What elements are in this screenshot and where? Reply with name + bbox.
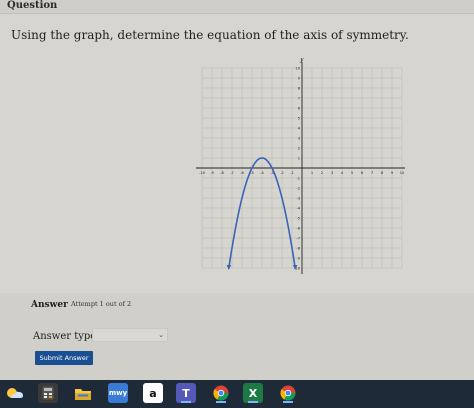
x-tick-label: -10 — [199, 171, 206, 175]
y-tick-label: -8 — [296, 246, 300, 250]
y-tick-label: 5 — [298, 116, 300, 120]
y-tick-label: 8 — [298, 86, 301, 90]
active-app-indicator — [248, 401, 258, 403]
answer-type-select[interactable]: ⌄ — [92, 328, 168, 342]
mathway-icon[interactable]: mwy — [108, 383, 128, 403]
answer-label: Answer — [31, 300, 68, 310]
y-tick-label: -5 — [296, 216, 300, 220]
chrome-icon[interactable] — [211, 383, 231, 403]
x-tick-label: -8 — [220, 171, 224, 175]
amazon-icon[interactable]: a — [143, 383, 163, 403]
calculator-icon[interactable] — [38, 383, 58, 403]
y-tick-label: -2 — [296, 186, 300, 190]
y-tick-label: 6 — [298, 106, 301, 110]
teams-icon-glyph: T — [182, 386, 190, 400]
active-app-indicator — [283, 401, 293, 403]
x-tick-label: 1 — [311, 171, 313, 175]
y-tick-label: 7 — [298, 96, 300, 100]
weather-icon-glyph — [5, 383, 25, 403]
y-tick-label: 9 — [298, 76, 301, 80]
active-app-indicator — [216, 401, 226, 403]
y-tick-label: 3 — [298, 136, 300, 140]
x-tick-label: 10 — [400, 171, 405, 175]
y-tick-label: 10 — [295, 66, 300, 70]
x-tick-label: -4 — [260, 171, 264, 175]
calculator-icon-glyph — [38, 383, 58, 403]
y-axis-label: y — [299, 58, 304, 63]
y-tick-label: -7 — [296, 236, 300, 240]
y-tick-label: 2 — [298, 146, 300, 150]
question-header: Question — [0, 0, 474, 14]
x-tick-label: -1 — [290, 171, 294, 175]
curve-arrowhead — [226, 265, 232, 270]
taskbar: mwy a T X — [0, 380, 474, 408]
x-tick-label: -2 — [280, 171, 284, 175]
y-tick-label: -1 — [296, 176, 300, 180]
x-tick-label: 8 — [381, 171, 384, 175]
x-tick-label: 6 — [361, 171, 364, 175]
file-explorer-icon[interactable] — [73, 383, 93, 403]
excel-icon[interactable]: X — [243, 383, 263, 403]
amazon-icon-glyph: a — [149, 386, 157, 400]
chrome-profile-icon[interactable] — [278, 383, 298, 403]
x-tick-label: 7 — [371, 171, 373, 175]
graph-svg: xy -10-9-8-7-6-5-4-3-2-11234567891010987… — [196, 58, 405, 274]
y-tick-label: -3 — [296, 196, 300, 200]
mathway-icon-glyph: mwy — [108, 389, 128, 397]
weather-icon[interactable] — [5, 383, 25, 403]
y-tick-label: -9 — [296, 256, 300, 260]
active-app-indicator — [181, 401, 191, 403]
x-tick-label: 4 — [341, 171, 344, 175]
y-tick-label: 1 — [298, 156, 300, 160]
submit-answer-button[interactable]: Submit Answer — [35, 351, 93, 365]
x-tick-label: 2 — [321, 171, 323, 175]
question-page: Question Using the graph, determine the … — [0, 0, 474, 381]
teams-icon[interactable]: T — [176, 383, 196, 403]
chrome-icon-glyph — [211, 383, 231, 403]
x-tick-label: -7 — [230, 171, 234, 175]
x-tick-label: -6 — [240, 171, 244, 175]
question-prompt: Using the graph, determine the equation … — [11, 28, 409, 42]
file-explorer-icon-glyph — [73, 383, 93, 403]
chrome-profile-icon-glyph — [278, 383, 298, 403]
x-tick-label: -9 — [210, 171, 214, 175]
x-tick-label: 9 — [391, 171, 394, 175]
y-tick-label: 4 — [298, 126, 301, 130]
x-tick-label: 5 — [351, 171, 353, 175]
chevron-down-icon: ⌄ — [158, 331, 164, 339]
y-tick-label: -6 — [296, 226, 300, 230]
attempt-counter: Attempt 1 out of 2 — [71, 300, 132, 308]
coordinate-graph: xy -10-9-8-7-6-5-4-3-2-11234567891010987… — [190, 58, 405, 276]
y-tick-label: -4 — [296, 206, 300, 210]
question-title: Question — [7, 0, 58, 11]
answer-type-label: Answer type: — [33, 331, 100, 342]
excel-icon-glyph: X — [248, 386, 258, 400]
x-tick-label: 3 — [331, 171, 333, 175]
